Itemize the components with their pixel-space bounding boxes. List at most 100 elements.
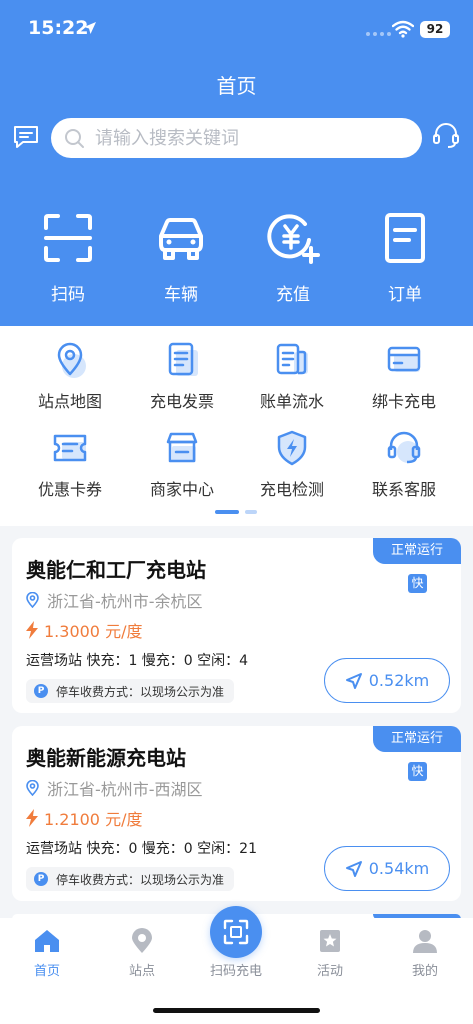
coupon-icon	[53, 434, 87, 462]
fast-charge-badge: 快	[408, 762, 427, 781]
vehicle-action-label: 车辆	[164, 285, 198, 305]
order-icon	[385, 213, 425, 263]
tab-scan-label: 扫码充电	[209, 964, 262, 979]
scan-action-label: 扫码	[51, 285, 85, 305]
home-indicator	[153, 1008, 320, 1013]
station-price: 1.2100 元/度	[26, 806, 142, 830]
status-badge: 正常运行	[373, 538, 461, 564]
parking-info: P 停车收费方式：以现场公示为准	[26, 867, 235, 891]
home-icon	[35, 930, 59, 952]
tab-home-label: 首页	[33, 964, 60, 979]
parking-info-text: 停车收费方式：以现场公示为准	[56, 684, 225, 699]
grid-label-site-map: 站点地图	[37, 392, 102, 411]
grid-item-customer-service[interactable]: 联系客服	[345, 428, 463, 499]
navigate-button[interactable]: 0.52km	[324, 658, 450, 703]
station-card[interactable]: 奥能新能源充电站 正常运行 快 浙江省-杭州市-西湖区 1.2100 元/度 运…	[12, 726, 461, 901]
grid-item-bind-card[interactable]: 绑卡充电	[345, 340, 463, 411]
grid-item-bill[interactable]: 账单流水	[233, 340, 351, 411]
tab-mine-label: 我的	[411, 964, 438, 979]
search-bar[interactable]	[51, 118, 422, 158]
user-icon	[413, 930, 437, 953]
search-input[interactable]	[95, 124, 405, 152]
station-address: 浙江省-杭州市-余杭区	[26, 588, 203, 612]
station-name: 奥能仁和工厂充电站	[26, 558, 206, 582]
grid-label-bill: 账单流水	[259, 392, 324, 411]
parking-icon: P	[34, 684, 48, 698]
fast-charge-badge: 快	[408, 574, 427, 593]
navigation-arrow-icon	[345, 672, 362, 689]
grid-label-coupon: 优惠卡券	[37, 480, 102, 499]
grid-label-merchant: 商家中心	[149, 480, 214, 499]
scan-action[interactable]: 扫码	[12, 210, 124, 310]
station-stats: 运营场站 快充：1 慢充：0 空闲：4	[26, 653, 249, 669]
search-icon	[65, 129, 84, 148]
car-icon	[159, 218, 203, 260]
distance-text: 0.54km	[368, 859, 430, 878]
navigate-button[interactable]: 0.54km	[324, 846, 450, 891]
station-price-text: 1.3000 元/度	[44, 622, 143, 641]
station-stats: 运营场站 快充：0 慢充：0 空闲：21	[26, 841, 257, 857]
scan-charge-button[interactable]	[210, 906, 262, 958]
bolt-icon	[26, 621, 38, 639]
page-title: 首页	[216, 74, 257, 98]
grid-item-invoice[interactable]: 充电发票	[123, 340, 241, 411]
grid-item-merchant[interactable]: 商家中心	[123, 428, 241, 499]
grid-label-charge-check: 充电检测	[259, 480, 324, 499]
location-arrow-icon	[84, 22, 96, 34]
vehicle-action[interactable]: 车辆	[125, 210, 237, 310]
tab-activity-label: 活动	[316, 964, 343, 979]
wifi-icon	[392, 20, 414, 38]
station-address-text: 浙江省-杭州市-西湖区	[47, 780, 203, 799]
grid-label-customer-service: 联系客服	[371, 480, 436, 499]
map-pin-icon	[57, 342, 86, 378]
grid-item-charge-check[interactable]: 充电检测	[233, 428, 351, 499]
headset-icon	[387, 431, 421, 464]
grid-item-coupon[interactable]: 优惠卡券	[11, 428, 129, 499]
location-pin-icon	[26, 592, 39, 608]
feature-grid: 站点地图 充电发票 账单流水 绑卡充电 优惠卡券 商家中心 充电检测 联系客服	[0, 326, 473, 526]
order-action[interactable]: 订单	[349, 210, 461, 310]
location-pin-icon	[26, 780, 39, 796]
order-action-label: 订单	[388, 285, 422, 305]
recharge-icon	[267, 214, 320, 264]
headset-icon[interactable]	[432, 121, 460, 149]
scan-icon	[223, 919, 249, 945]
tab-stations-label: 站点	[128, 964, 155, 979]
card-icon	[387, 346, 421, 372]
tab-stations[interactable]: 站点	[95, 928, 189, 979]
distance-text: 0.52km	[368, 671, 430, 690]
recharge-action[interactable]: 充值	[237, 210, 349, 310]
bill-icon	[276, 343, 308, 375]
parking-info: P 停车收费方式：以现场公示为准	[26, 679, 235, 703]
scan-icon	[44, 214, 92, 262]
invoice-icon	[168, 342, 198, 376]
location-icon	[132, 928, 152, 953]
station-address-text: 浙江省-杭州市-余杭区	[47, 592, 203, 611]
station-name: 奥能新能源充电站	[26, 746, 186, 770]
tab-activity[interactable]: 活动	[283, 928, 377, 979]
header: 15:22 92 首页 请输入搜索关键词 扫码 车辆 充值 订单	[0, 0, 473, 326]
parking-info-text: 停车收费方式：以现场公示为准	[56, 872, 225, 887]
station-price-text: 1.2100 元/度	[44, 810, 143, 829]
battery-indicator: 92	[420, 21, 450, 38]
parking-icon: P	[34, 872, 48, 886]
shop-icon	[166, 432, 198, 463]
signal-icon	[366, 32, 391, 36]
grid-label-bind-card: 绑卡充电	[371, 392, 436, 411]
shield-bolt-icon	[277, 430, 307, 466]
activity-icon	[320, 930, 340, 952]
tab-home[interactable]: 首页	[0, 928, 94, 979]
tab-mine[interactable]: 我的	[378, 928, 472, 979]
station-price: 1.3000 元/度	[26, 618, 142, 642]
grid-label-invoice: 充电发票	[149, 392, 214, 411]
station-address: 浙江省-杭州市-西湖区	[26, 776, 203, 800]
status-bar: 15:22 92	[0, 0, 473, 60]
main-actions: 扫码 车辆 充值 订单	[0, 210, 473, 310]
message-icon[interactable]	[12, 124, 40, 150]
navigation-arrow-icon	[345, 860, 362, 877]
station-card[interactable]: 奥能仁和工厂充电站 正常运行 快 浙江省-杭州市-余杭区 1.3000 元/度 …	[12, 538, 461, 713]
status-badge: 正常运行	[373, 726, 461, 752]
bolt-icon	[26, 809, 38, 827]
grid-item-site-map[interactable]: 站点地图	[11, 340, 129, 411]
recharge-action-label: 充值	[276, 285, 310, 305]
